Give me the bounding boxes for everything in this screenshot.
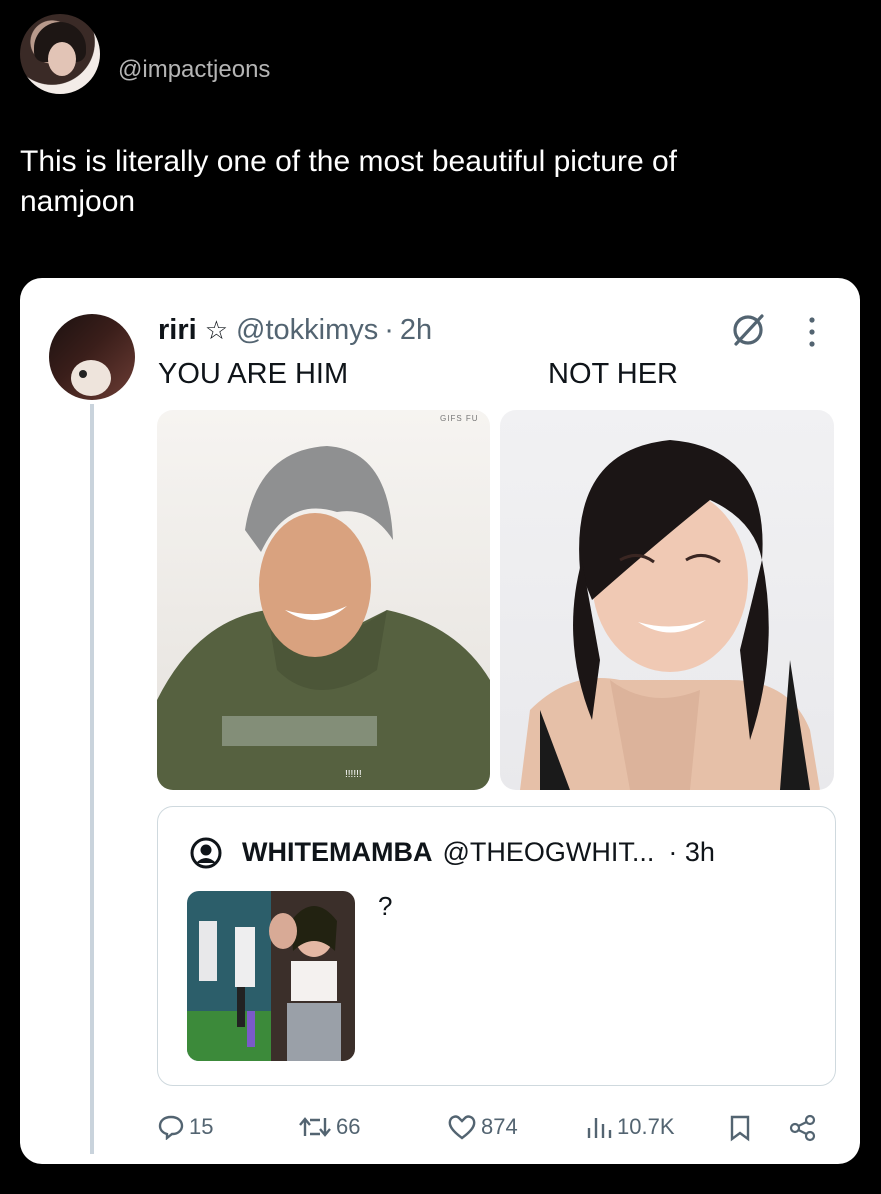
tweet-author-handle[interactable]: @tokkimys (236, 314, 378, 347)
quoted-media-thumbnail[interactable] (187, 891, 355, 1061)
reply-icon (158, 1115, 184, 1140)
quoted-media-illustration (187, 891, 355, 1061)
like-icon (448, 1115, 476, 1140)
bookmark-button[interactable] (728, 1114, 756, 1142)
grok-icon[interactable] (728, 310, 768, 350)
outer-handle[interactable]: @impactjeons (118, 56, 270, 84)
avatar-face (48, 42, 76, 76)
svg-text:!!!!!!: !!!!!! (345, 769, 362, 780)
views-count: 10.7K (617, 1114, 675, 1139)
share-icon (789, 1114, 816, 1142)
more-icon[interactable] (806, 314, 818, 350)
views-button[interactable]: 10.7K (585, 1114, 675, 1140)
repost-count: 66 (336, 1114, 361, 1139)
tweet-text-right: NOT HER (548, 358, 678, 390)
tweet-header: riri ☆ @tokkimys · 2h (158, 314, 432, 347)
reply-button[interactable]: 15 (157, 1114, 213, 1140)
separator-dot: · (384, 314, 394, 346)
tweet-avatar[interactable] (49, 314, 135, 400)
tweet-image-left[interactable]: !!!!!! (157, 410, 490, 790)
tweet-image-right[interactable] (500, 410, 834, 790)
avatar-dog (71, 360, 111, 396)
quoted-header: WHITEMAMBA @THEOGWHIT... · 3h (242, 837, 715, 868)
views-icon (587, 1118, 612, 1138)
reply-count: 15 (189, 1114, 214, 1139)
quoted-text: ? (378, 891, 393, 921)
repost-button[interactable]: 66 (298, 1114, 360, 1140)
quoted-author-name[interactable]: WHITEMAMBA (242, 837, 432, 868)
quoted-author-handle[interactable]: @THEOGWHIT... (442, 837, 654, 868)
star-glyph: ☆ (204, 315, 228, 345)
thread-line (90, 404, 94, 1154)
like-count: 874 (481, 1114, 518, 1139)
avatar-dog-eye (79, 370, 87, 378)
man-photo-illustration: !!!!!! (157, 446, 490, 790)
woman-photo-illustration (520, 440, 820, 790)
default-avatar-icon (190, 837, 222, 869)
quoted-tweet[interactable]: WHITEMAMBA @THEOGWHIT... · 3h ? (157, 806, 836, 1086)
share-button[interactable] (788, 1114, 822, 1142)
tweet-card: riri ☆ @tokkimys · 2h YOU ARE HIM NOT HE… (20, 278, 860, 1164)
repost-icon (299, 1117, 331, 1137)
tweet-author-name[interactable]: riri (158, 314, 197, 347)
bookmark-icon (730, 1115, 750, 1142)
tweet-time[interactable]: 2h (400, 314, 432, 347)
tweet-text-left: YOU ARE HIM (158, 358, 349, 390)
outer-avatar[interactable] (20, 14, 100, 94)
quoted-time[interactable]: · 3h (668, 837, 715, 868)
action-bar: 15 66 874 10.7K (20, 1114, 860, 1154)
outer-post-text: This is literally one of the most beauti… (20, 145, 677, 218)
like-button[interactable]: 874 (447, 1114, 518, 1140)
image-watermark: GIFS FU (440, 414, 479, 423)
